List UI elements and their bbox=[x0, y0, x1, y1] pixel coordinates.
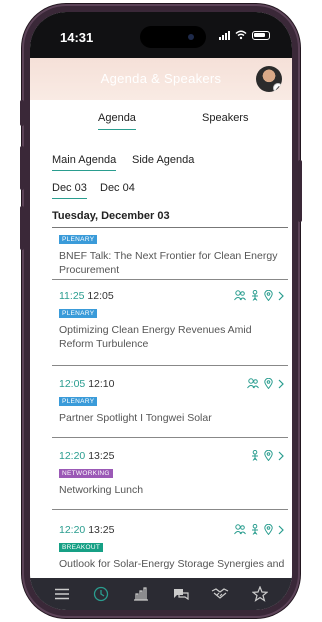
handshake-icon bbox=[212, 588, 229, 599]
power-button bbox=[298, 160, 302, 222]
session-time: 12:05 12:10 bbox=[59, 378, 114, 390]
dynamic-island bbox=[140, 26, 206, 48]
session-item[interactable]: 11:25 12:05 PLENARY Optimizing Clean Ene… bbox=[52, 280, 288, 366]
session-title: Networking Lunch bbox=[59, 484, 144, 496]
bottom-nav bbox=[30, 578, 292, 610]
session-icons bbox=[234, 290, 284, 301]
location-icon[interactable] bbox=[264, 524, 273, 535]
day-header: Tuesday, December 03 bbox=[52, 210, 288, 228]
chevron-right-icon[interactable] bbox=[278, 525, 284, 535]
status-time: 14:31 bbox=[60, 30, 94, 45]
session-start-time: 12:20 bbox=[59, 524, 86, 536]
status-bar: 14:31 bbox=[30, 12, 292, 58]
session-end-time: 13:25 bbox=[88, 524, 115, 536]
avatar[interactable] bbox=[256, 66, 282, 92]
chart-icon bbox=[134, 587, 149, 601]
silent-switch bbox=[20, 100, 24, 126]
volume-down-button bbox=[20, 206, 24, 250]
chevron-right-icon[interactable] bbox=[278, 379, 284, 389]
volume-up-button bbox=[20, 146, 24, 190]
session-icons bbox=[251, 450, 284, 461]
session-title: Outlook for Solar-Energy Storage Synergi… bbox=[59, 558, 285, 570]
session-start-time: 11:25 bbox=[59, 290, 85, 302]
session-item[interactable]: 12:05 12:10 PLENARY Partner Spotlight I … bbox=[52, 366, 288, 438]
nav-stats[interactable] bbox=[130, 583, 152, 605]
chevron-right-icon[interactable] bbox=[278, 451, 284, 461]
app-header: Agenda & Speakers bbox=[30, 58, 292, 100]
speakers-icon[interactable] bbox=[247, 378, 259, 389]
session-title: Optimizing Clean Energy Revenues Amid Re… bbox=[59, 324, 252, 350]
session-time: 12:20 13:25 bbox=[59, 450, 114, 462]
tab-agenda[interactable]: Agenda bbox=[98, 112, 136, 130]
phone-bezel: 14:31 Agenda & Speakers Agenda Speakers … bbox=[30, 12, 292, 610]
battery-icon bbox=[252, 30, 270, 40]
page-title: Agenda & Speakers bbox=[100, 71, 222, 86]
edit-profile-icon bbox=[273, 83, 282, 92]
session-item[interactable]: 12:20 13:25 BREAKOUT Outlook for Solar-E… bbox=[52, 510, 288, 578]
session-end-time: 12:10 bbox=[88, 378, 115, 390]
star-icon bbox=[252, 586, 269, 602]
speakers-icon[interactable] bbox=[234, 524, 246, 535]
session-icons bbox=[247, 378, 284, 389]
location-icon[interactable] bbox=[264, 378, 273, 389]
tab-dec-03[interactable]: Dec 03 bbox=[52, 182, 87, 199]
location-icon[interactable] bbox=[264, 450, 273, 461]
menu-icon bbox=[54, 588, 69, 600]
location-icon[interactable] bbox=[264, 290, 273, 301]
session-start-time: 12:20 bbox=[59, 450, 86, 462]
person-icon[interactable] bbox=[251, 450, 259, 461]
session-end-time: 12:05 bbox=[87, 290, 114, 302]
session-time: 11:25 12:05 bbox=[59, 290, 114, 302]
session-title: BNEF Talk: The Next Frontier for Clean E… bbox=[59, 250, 278, 276]
session-time: 12:20 13:25 bbox=[59, 524, 114, 536]
chat-icon bbox=[173, 589, 189, 601]
session-tag: BREAKOUT bbox=[59, 543, 104, 552]
status-icons bbox=[219, 30, 270, 40]
tab-speakers[interactable]: Speakers bbox=[202, 112, 248, 129]
nav-agenda[interactable] bbox=[90, 583, 112, 605]
session-tag: NETWORKING bbox=[59, 469, 113, 478]
chevron-right-icon[interactable] bbox=[278, 291, 284, 301]
tab-dec-04[interactable]: Dec 04 bbox=[100, 182, 135, 198]
session-item[interactable]: 12:20 13:25 NETWORKING Networking Lunch bbox=[52, 438, 288, 510]
app-screen: 14:31 Agenda & Speakers Agenda Speakers … bbox=[30, 12, 292, 610]
session-item[interactable]: PLENARY BNEF Talk: The Next Frontier for… bbox=[52, 228, 288, 280]
agenda-content: Agenda Speakers Main Agenda Side Agenda … bbox=[30, 100, 292, 578]
nav-chat[interactable] bbox=[170, 583, 192, 605]
clock-icon bbox=[94, 586, 109, 602]
nav-menu[interactable] bbox=[51, 583, 73, 605]
person-icon[interactable] bbox=[251, 290, 259, 301]
wifi-icon bbox=[235, 30, 247, 40]
session-start-time: 12:05 bbox=[59, 378, 86, 390]
session-tag: PLENARY bbox=[59, 309, 98, 318]
session-tag: PLENARY bbox=[59, 397, 98, 406]
nav-favorites[interactable] bbox=[249, 583, 271, 605]
session-icons bbox=[234, 524, 284, 535]
session-tag: PLENARY bbox=[59, 235, 98, 244]
tab-main-agenda[interactable]: Main Agenda bbox=[52, 154, 117, 171]
session-end-time: 13:25 bbox=[88, 450, 115, 462]
top-tabs: Agenda Speakers bbox=[30, 112, 292, 136]
signal-icon bbox=[219, 30, 230, 40]
speakers-icon[interactable] bbox=[234, 290, 246, 301]
tab-side-agenda[interactable]: Side Agenda bbox=[132, 154, 194, 170]
session-title: Partner Spotlight I Tongwei Solar bbox=[59, 412, 212, 424]
person-icon[interactable] bbox=[251, 524, 259, 535]
nav-network[interactable] bbox=[209, 583, 231, 605]
